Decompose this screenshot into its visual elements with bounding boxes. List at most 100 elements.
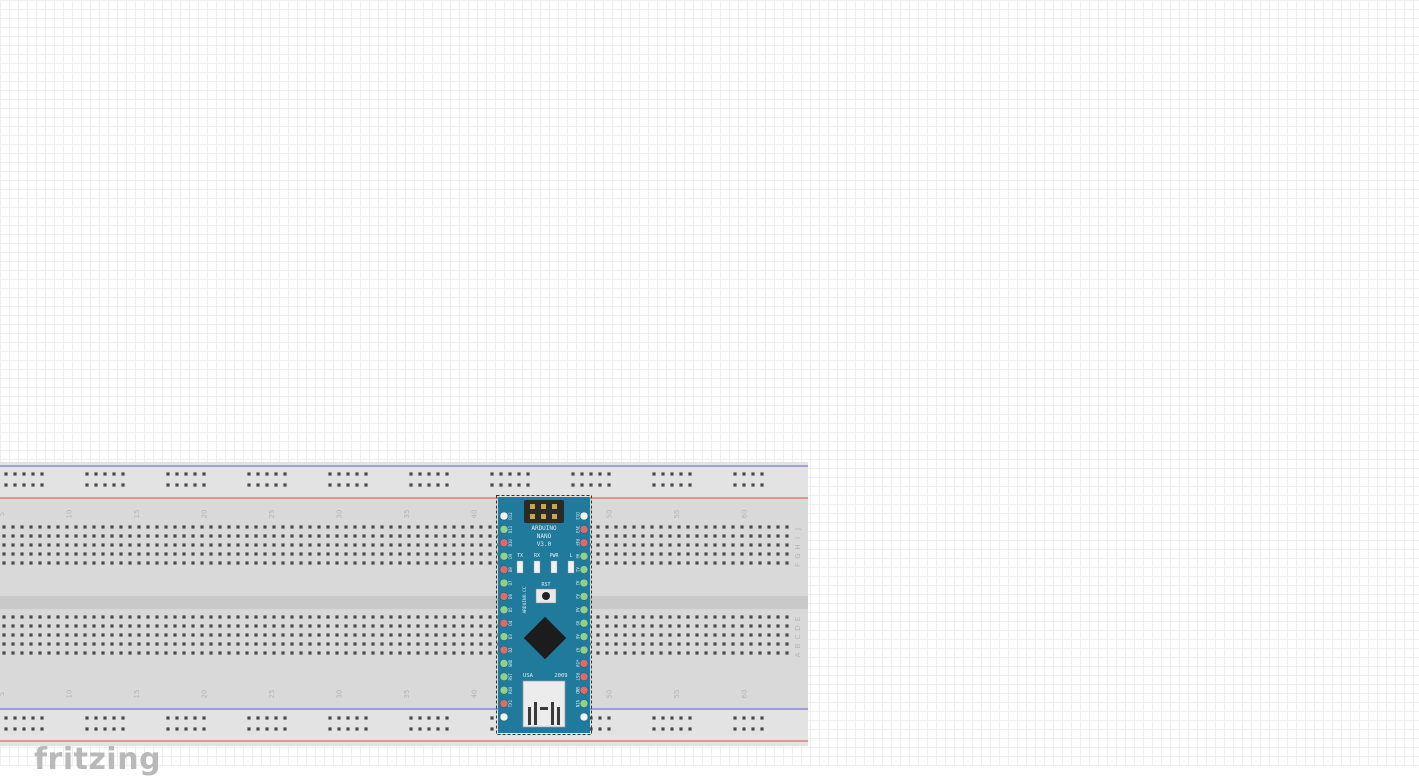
rail-hole[interactable] xyxy=(184,483,188,487)
breadboard-hole[interactable] xyxy=(749,633,753,637)
breadboard-hole[interactable] xyxy=(155,525,159,529)
breadboard-hole[interactable] xyxy=(461,561,465,565)
breadboard-hole[interactable] xyxy=(245,624,249,628)
breadboard-hole[interactable] xyxy=(704,543,708,547)
breadboard-hole[interactable] xyxy=(380,543,384,547)
breadboard-hole[interactable] xyxy=(758,543,762,547)
breadboard-hole[interactable] xyxy=(470,642,474,646)
breadboard-hole[interactable] xyxy=(29,624,33,628)
breadboard-hole[interactable] xyxy=(362,615,366,619)
breadboard-hole[interactable] xyxy=(740,552,744,556)
breadboard-hole[interactable] xyxy=(398,543,402,547)
breadboard-hole[interactable] xyxy=(461,624,465,628)
breadboard-hole[interactable] xyxy=(173,561,177,565)
breadboard-hole[interactable] xyxy=(353,534,357,538)
breadboard-hole[interactable] xyxy=(119,552,123,556)
rail-hole[interactable] xyxy=(31,483,35,487)
rail-hole[interactable] xyxy=(580,483,584,487)
breadboard-hole[interactable] xyxy=(47,642,51,646)
breadboard-hole[interactable] xyxy=(128,543,132,547)
breadboard-hole[interactable] xyxy=(461,552,465,556)
breadboard-hole[interactable] xyxy=(362,642,366,646)
breadboard-hole[interactable] xyxy=(686,633,690,637)
rail-hole[interactable] xyxy=(202,472,206,476)
rail-hole[interactable] xyxy=(661,716,665,720)
breadboard-hole[interactable] xyxy=(101,552,105,556)
breadboard-hole[interactable] xyxy=(488,633,492,637)
rail-hole[interactable] xyxy=(94,472,98,476)
breadboard-hole[interactable] xyxy=(245,651,249,655)
breadboard-hole[interactable] xyxy=(407,561,411,565)
rail-hole[interactable] xyxy=(13,483,17,487)
breadboard-hole[interactable] xyxy=(29,534,33,538)
breadboard-hole[interactable] xyxy=(155,633,159,637)
breadboard-hole[interactable] xyxy=(686,552,690,556)
breadboard-hole[interactable] xyxy=(65,561,69,565)
breadboard-hole[interactable] xyxy=(668,552,672,556)
breadboard-hole[interactable] xyxy=(155,561,159,565)
rail-hole[interactable] xyxy=(103,716,107,720)
rail-hole[interactable] xyxy=(499,483,503,487)
breadboard-hole[interactable] xyxy=(74,642,78,646)
header-pin[interactable] xyxy=(579,592,589,601)
breadboard-hole[interactable] xyxy=(470,534,474,538)
breadboard-hole[interactable] xyxy=(290,624,294,628)
breadboard-hole[interactable] xyxy=(677,624,681,628)
breadboard-hole[interactable] xyxy=(164,561,168,565)
rail-hole[interactable] xyxy=(508,483,512,487)
breadboard-hole[interactable] xyxy=(749,642,753,646)
breadboard-hole[interactable] xyxy=(146,543,150,547)
breadboard-hole[interactable] xyxy=(146,552,150,556)
breadboard-hole[interactable] xyxy=(443,543,447,547)
breadboard-hole[interactable] xyxy=(695,651,699,655)
breadboard-hole[interactable] xyxy=(398,651,402,655)
breadboard-hole[interactable] xyxy=(452,552,456,556)
breadboard-hole[interactable] xyxy=(749,651,753,655)
breadboard-hole[interactable] xyxy=(245,561,249,565)
breadboard-hole[interactable] xyxy=(155,651,159,655)
breadboard-hole[interactable] xyxy=(29,561,33,565)
breadboard-hole[interactable] xyxy=(596,543,600,547)
breadboard-hole[interactable] xyxy=(470,525,474,529)
breadboard-hole[interactable] xyxy=(164,552,168,556)
rail-hole[interactable] xyxy=(40,483,44,487)
breadboard-hole[interactable] xyxy=(632,552,636,556)
breadboard-hole[interactable] xyxy=(479,651,483,655)
breadboard-hole[interactable] xyxy=(479,633,483,637)
breadboard-hole[interactable] xyxy=(452,525,456,529)
breadboard-hole[interactable] xyxy=(704,552,708,556)
header-pin[interactable] xyxy=(499,565,509,574)
breadboard-hole[interactable] xyxy=(281,534,285,538)
arduino-nano[interactable]: ARDUINO NANO V3.0 TX RX PWR L RST ARDUINO.C… xyxy=(496,495,592,735)
breadboard-hole[interactable] xyxy=(200,624,204,628)
rail-hole[interactable] xyxy=(508,472,512,476)
breadboard-hole[interactable] xyxy=(641,561,645,565)
breadboard-hole[interactable] xyxy=(254,552,258,556)
rail-hole[interactable] xyxy=(103,472,107,476)
breadboard-hole[interactable] xyxy=(128,651,132,655)
breadboard-hole[interactable] xyxy=(641,534,645,538)
breadboard-hole[interactable] xyxy=(731,534,735,538)
breadboard-hole[interactable] xyxy=(263,534,267,538)
breadboard-hole[interactable] xyxy=(668,642,672,646)
breadboard-hole[interactable] xyxy=(767,525,771,529)
breadboard-hole[interactable] xyxy=(362,534,366,538)
breadboard-hole[interactable] xyxy=(488,615,492,619)
rail-hole[interactable] xyxy=(598,716,602,720)
rail-hole[interactable] xyxy=(751,727,755,731)
breadboard-hole[interactable] xyxy=(200,633,204,637)
breadboard-hole[interactable] xyxy=(119,651,123,655)
breadboard-hole[interactable] xyxy=(434,534,438,538)
rail-hole[interactable] xyxy=(490,483,494,487)
breadboard-hole[interactable] xyxy=(137,624,141,628)
rail-hole[interactable] xyxy=(166,472,170,476)
breadboard-hole[interactable] xyxy=(92,615,96,619)
breadboard-hole[interactable] xyxy=(200,534,204,538)
breadboard-hole[interactable] xyxy=(128,642,132,646)
breadboard-hole[interactable] xyxy=(677,525,681,529)
breadboard-hole[interactable] xyxy=(668,543,672,547)
rail-hole[interactable] xyxy=(427,472,431,476)
breadboard-hole[interactable] xyxy=(614,534,618,538)
rail-hole[interactable] xyxy=(346,716,350,720)
header-pin[interactable] xyxy=(579,659,589,668)
